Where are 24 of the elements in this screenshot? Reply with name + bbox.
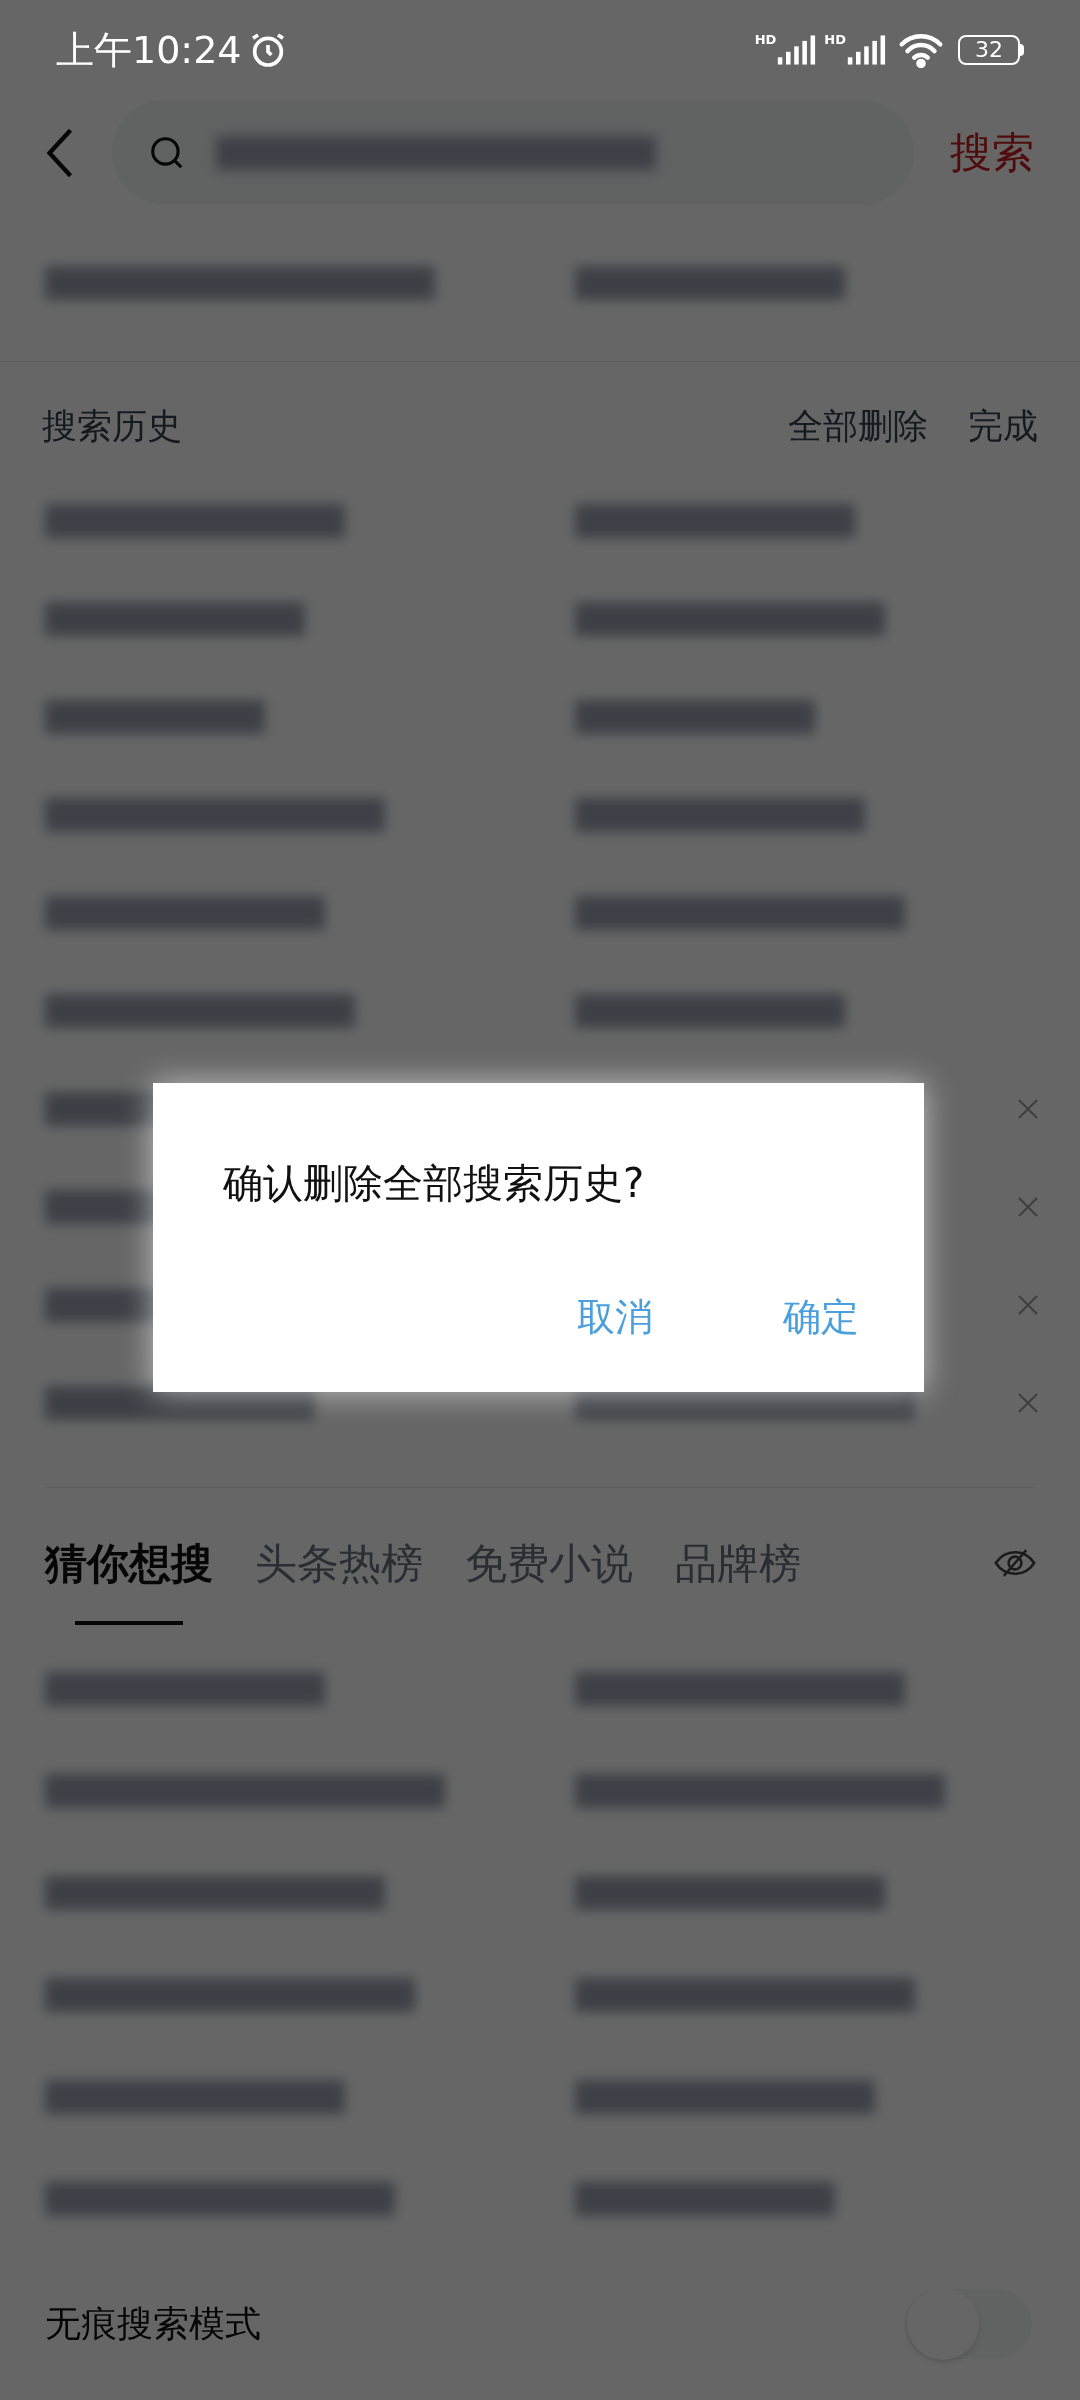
close-icon[interactable] <box>1016 1391 1040 1415</box>
search-button[interactable]: 搜索 <box>950 121 1034 184</box>
dialog-button[interactable]: 取消 <box>562 1283 668 1352</box>
action-link[interactable]: 全部删除 <box>788 399 928 452</box>
clock-time: 上午10:24 <box>56 26 242 74</box>
setting-label: 无痕搜索模式 <box>45 2302 261 2346</box>
tab[interactable]: 品牌榜 <box>675 1501 801 1625</box>
dialog-message: 确认删除全部搜索历史? <box>223 1160 645 1206</box>
signal-icon <box>776 33 817 67</box>
close-icon[interactable] <box>1016 1195 1040 1219</box>
signal-icon <box>846 33 886 67</box>
tab[interactable]: 免费小说 <box>465 1501 633 1625</box>
section-title: 搜索历史 <box>42 404 182 448</box>
close-icon[interactable] <box>1016 1097 1040 1121</box>
wifi-icon <box>898 32 944 68</box>
dialog-button[interactable]: 确定 <box>768 1283 874 1352</box>
network-type-label: HD <box>824 33 846 46</box>
action-link[interactable]: 完成 <box>968 399 1038 452</box>
tab[interactable]: 头条热榜 <box>255 1501 423 1625</box>
battery-level: 32 <box>975 39 1003 61</box>
tab[interactable]: 猜你想搜 <box>45 1501 213 1625</box>
eye-slash-icon[interactable] <box>992 1547 1038 1579</box>
close-icon[interactable] <box>1016 1293 1040 1317</box>
network-type-label: HD <box>754 33 777 46</box>
